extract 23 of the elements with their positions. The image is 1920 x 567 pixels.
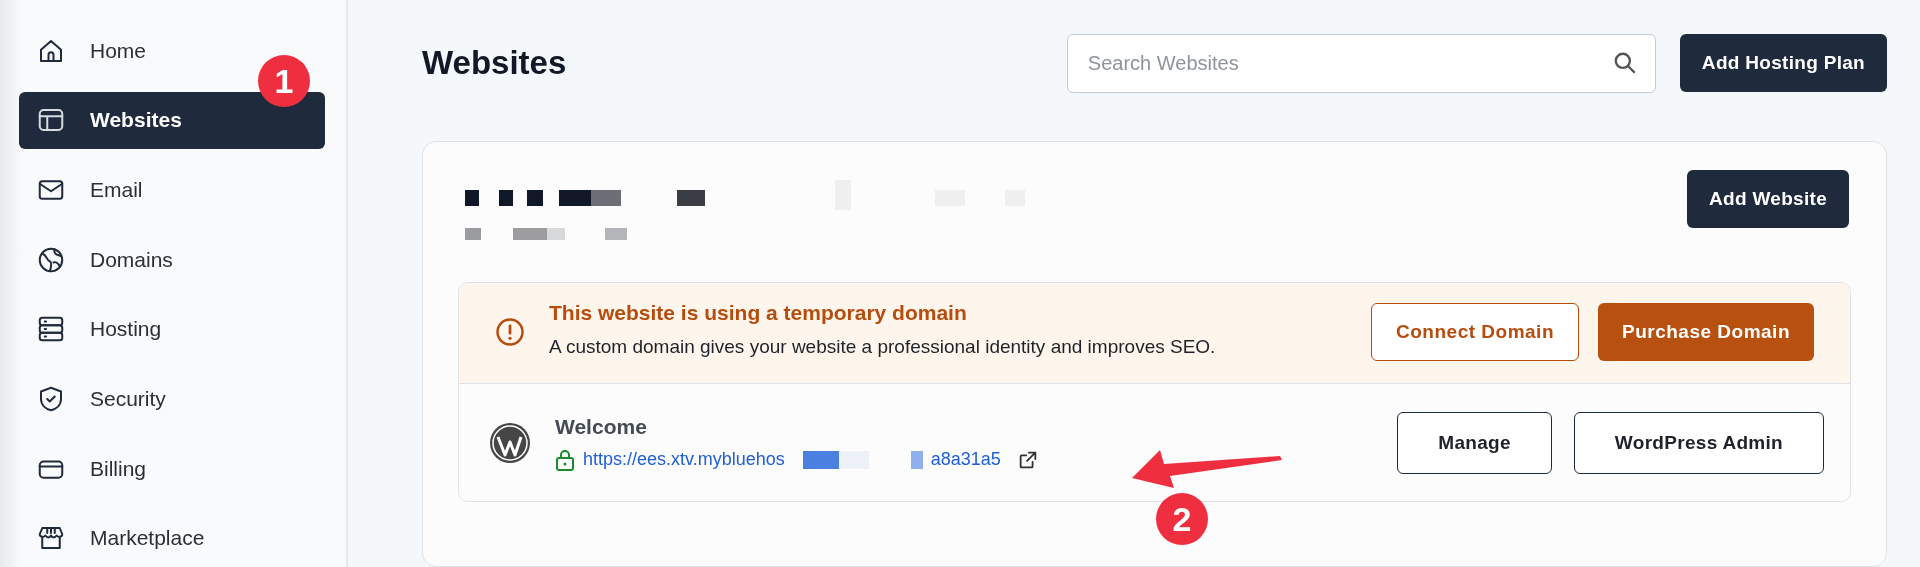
sidebar-item[interactable]: Billing: [19, 439, 161, 498]
sidebar-item[interactable]: Home: [19, 22, 161, 80]
sidebar-item[interactable]: Domains: [19, 230, 187, 289]
purchase-domain-button[interactable]: Purchase Domain: [1598, 303, 1814, 361]
notice-text: A custom domain gives your website a professional identity and improves SEO.: [549, 335, 1217, 359]
sidebar-item[interactable]: Hosting: [19, 300, 176, 359]
sidebar-item[interactable]: Security: [19, 370, 180, 428]
search-field[interactable]: Search Websites: [1066, 33, 1656, 93]
notice-title: This website is using a temporary domain: [549, 301, 968, 325]
warning-icon: [495, 317, 525, 347]
site-name: Welcome: [555, 414, 648, 439]
lock-icon: [555, 448, 575, 471]
sidebar-item[interactable]: Email: [19, 161, 157, 219]
add-website-button[interactable]: Add Website: [1687, 170, 1849, 228]
site-url-link[interactable]: https://ees.xtv.mybluehos: [583, 449, 785, 470]
sidebar-item[interactable]: Marketplace: [19, 509, 219, 567]
wordpress-logo-icon: [489, 421, 531, 464]
add-hosting-plan-button[interactable]: Add Hosting Plan: [1679, 34, 1887, 92]
manage-button[interactable]: Manage: [1397, 411, 1552, 474]
page-title: Websites: [422, 44, 568, 82]
admin-button[interactable]: WordPress Admin: [1573, 411, 1824, 474]
connect-domain-button[interactable]: Connect Domain: [1371, 303, 1579, 361]
site-url-link[interactable]: a8a31a5: [930, 449, 1001, 470]
